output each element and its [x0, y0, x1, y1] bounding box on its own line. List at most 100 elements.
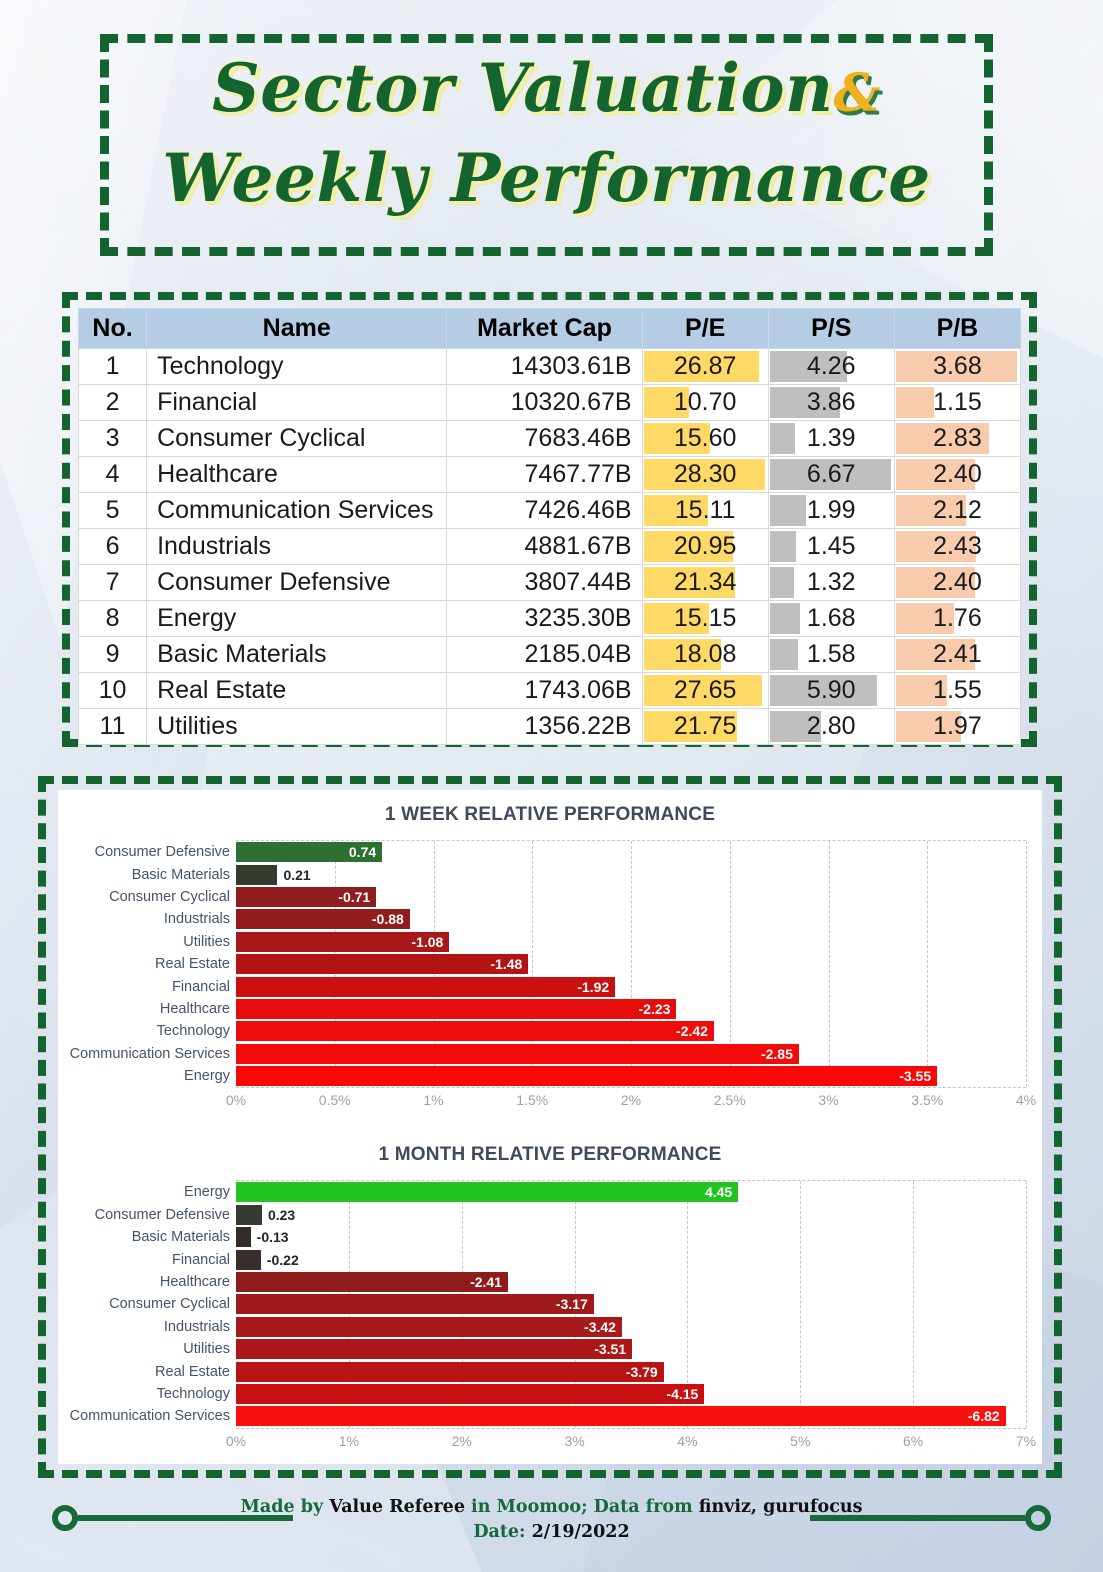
- chart-category-label: Consumer Cyclical: [109, 888, 230, 905]
- cell-ps-value: 1.99: [806, 496, 856, 524]
- chart-value-label: -4.15: [666, 1386, 699, 1402]
- chart-bar[interactable]: -4.15: [236, 1384, 705, 1404]
- cell-name-value: Energy: [157, 604, 237, 632]
- chart-value-label: -0.22: [266, 1251, 299, 1268]
- chart-bar[interactable]: -1.92: [236, 976, 616, 997]
- cell-market-cap: 7683.46B: [446, 420, 643, 457]
- chart-bar[interactable]: -1.08: [236, 931, 450, 952]
- cell-pe: 15.15: [641, 600, 769, 637]
- column-header-name[interactable]: Name: [146, 308, 448, 349]
- chart-category-label: Utilities: [183, 1341, 230, 1358]
- chart-bar-row: Technology -2.42: [157, 1020, 1026, 1042]
- cell-name: Utilities: [146, 708, 448, 745]
- chart-plot-area: Energy 4.45 Consumer Defensive 0.23 Basic Ma…: [70, 1180, 1027, 1429]
- cell-market-cap: 3807.44B: [446, 564, 643, 601]
- cell-ps: 1.32: [767, 564, 895, 601]
- chart-bar[interactable]: [236, 864, 278, 885]
- x-axis-tick-label: 3.5%: [911, 1092, 944, 1109]
- chart-bar-row: Real Estate -3.79: [155, 1360, 1026, 1382]
- chart-bar[interactable]: -0.88: [236, 909, 410, 930]
- chart-bar-row: Basic Materials 0.21: [132, 863, 1026, 885]
- cell-no: 4: [77, 456, 148, 493]
- cell-name-value: Consumer Defensive: [157, 568, 391, 596]
- cell-ps-value: 2.80: [806, 712, 856, 740]
- chart-bar[interactable]: -6.82: [236, 1406, 1006, 1427]
- cell-pb-value: 1.97: [933, 712, 982, 740]
- cell-pe: 20.95: [641, 528, 769, 565]
- cell-ps-databar: [769, 531, 797, 562]
- chart-plot-area: Consumer Defensive 0.74 Basic Materials 0.2…: [70, 840, 1027, 1089]
- chart-bar[interactable]: [236, 1204, 262, 1225]
- chart-category-label: Utilities: [183, 933, 230, 950]
- cell-no-value: 7: [105, 568, 120, 596]
- chart-category-label: Healthcare: [159, 1274, 230, 1291]
- chart-bar-row: Energy -3.55: [184, 1065, 1026, 1087]
- chart-bar-row: Consumer Cyclical -0.71: [109, 886, 1026, 908]
- chart-bar[interactable]: -3.79: [236, 1361, 664, 1382]
- cell-ps-databar: [769, 423, 795, 454]
- chart-bar[interactable]: -3.55: [236, 1066, 938, 1087]
- chart-1-week-relative-performance: 1 WEEK RELATIVE PERFORMANCE Consumer Defe…: [58, 790, 1042, 1114]
- table-row: 5 Communication Services 7426.46B 15.11 1.99…: [77, 492, 1022, 529]
- chart-bar[interactable]: -1.48: [236, 954, 529, 975]
- cell-market-cap-value: 7683.46B: [524, 424, 632, 452]
- cell-ps: 1.39: [767, 420, 895, 457]
- chart-bar[interactable]: -2.41: [236, 1272, 508, 1293]
- cell-name: Industrials: [146, 528, 448, 565]
- column-header-ps[interactable]: P/S: [767, 308, 895, 349]
- cell-pe-value: 26.87: [673, 352, 737, 380]
- chart-bar[interactable]: -3.17: [236, 1294, 594, 1315]
- cell-no: 10: [77, 672, 148, 709]
- cell-pe: 28.30: [641, 456, 769, 493]
- chart-category-label: Communication Services: [69, 1045, 230, 1062]
- chart-value-label: -0.88: [371, 911, 404, 928]
- chart-bar-row: Utilities -3.51: [183, 1338, 1026, 1360]
- cell-pb-value: 2.83: [933, 424, 982, 452]
- cell-name: Communication Services: [146, 492, 448, 529]
- chart-bar-row: Consumer Cyclical -3.17: [109, 1293, 1026, 1315]
- chart-bar-row: Industrials -0.88: [164, 908, 1026, 930]
- chart-bar[interactable]: 4.45: [236, 1182, 739, 1203]
- cell-name-value: Healthcare: [157, 460, 278, 488]
- cell-no: 6: [77, 528, 148, 565]
- chart-bar-row: Consumer Defensive 0.74: [95, 841, 1026, 863]
- chart-value-label: -2.42: [676, 1023, 708, 1040]
- chart-bar[interactable]: [236, 1249, 261, 1270]
- table-row: 4 Healthcare 7467.77B 28.30 6.67 2.40: [77, 456, 1022, 493]
- footer-date-value: 2/19/2022: [531, 1522, 630, 1542]
- chart-bar[interactable]: -2.85: [236, 1043, 799, 1064]
- cell-pb: 2.83: [893, 420, 1022, 457]
- page-title: Sector Valuation& Weekly Performance: [100, 46, 993, 220]
- column-header-no[interactable]: No.: [77, 308, 148, 349]
- chart-bar[interactable]: -3.51: [236, 1339, 633, 1360]
- cell-pb-value: 3.68: [933, 352, 982, 380]
- x-axis-tick-label: 1.5%: [516, 1092, 549, 1109]
- chart-bar[interactable]: [236, 1227, 251, 1248]
- cell-pe-value: 20.95: [673, 532, 737, 560]
- table-row: 2 Financial 10320.67B 10.70 3.86 1.15: [77, 384, 1022, 421]
- cell-no-value: 3: [105, 424, 120, 452]
- cell-market-cap-value: 3807.44B: [524, 568, 632, 596]
- x-axis-tick-label: 0%: [225, 1432, 247, 1449]
- chart-category-label: Real Estate: [155, 956, 230, 973]
- chart-bar[interactable]: -3.42: [236, 1316, 622, 1337]
- column-header-market-cap[interactable]: Market Cap: [446, 308, 643, 349]
- cell-no-value: 11: [99, 712, 126, 740]
- chart-bar[interactable]: -2.42: [236, 1021, 714, 1042]
- cell-ps-value: 1.58: [806, 640, 856, 668]
- cell-ps-value: 1.68: [806, 604, 856, 632]
- column-header-pb[interactable]: P/B: [893, 308, 1022, 349]
- chart-bar[interactable]: -2.23: [236, 998, 677, 1019]
- chart-category-label: Consumer Cyclical: [109, 1296, 230, 1313]
- chart-1-month-relative-performance: 1 MONTH RELATIVE PERFORMANCE Energy 4.45 Co…: [58, 1114, 1042, 1454]
- cell-pb-value: 1.15: [933, 388, 982, 416]
- column-header-pe[interactable]: P/E: [641, 308, 769, 349]
- chart-category-label: Energy: [184, 1184, 230, 1201]
- chart-bar[interactable]: -0.71: [236, 886, 377, 907]
- chart-bar[interactable]: 0.74: [236, 842, 383, 863]
- chart-value-label: -2.41: [470, 1274, 502, 1291]
- cell-market-cap-value: 7426.46B: [524, 496, 632, 524]
- cell-market-cap-value: 2185.04B: [524, 640, 632, 668]
- chart-value-label: 4.45: [704, 1184, 733, 1201]
- footer-brand: Value Referee: [329, 1497, 465, 1517]
